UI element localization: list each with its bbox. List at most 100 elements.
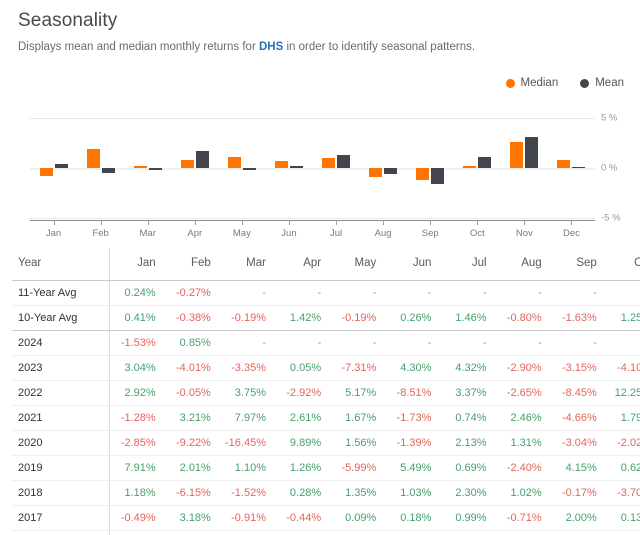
table-row[interactable]: 10-Year Avg 0.41% -0.38% -0.19% 1.42% -0.19% 0… [12, 305, 640, 331]
table-header-oct[interactable]: Oct [605, 248, 640, 281]
table-cell-may: 0.09% [330, 505, 386, 531]
table-row[interactable]: 2021 -1.28% 3.21% 7.97% 2.61% 1.67% -1.73% 0.74… [12, 405, 640, 431]
chart-legend: Median Mean [505, 77, 624, 89]
table-cell-jun: - [385, 330, 441, 356]
table-row[interactable]: 2020 -2.85% -9.22% -16.45% 9.89% 1.56% -1.39% 2… [12, 430, 640, 456]
table-cell-feb: -0.38% [164, 305, 220, 331]
chart-bar-median-sep[interactable] [416, 168, 430, 180]
table-header-jun[interactable]: Jun [385, 248, 441, 281]
table-cell-jan: 7.91% [109, 455, 165, 481]
table-cell-aug: -0.71% [495, 505, 551, 531]
table-row[interactable]: 11-Year Avg0.24%-0.27%-------- [12, 280, 640, 306]
x-axis-tick [100, 220, 102, 225]
table-cell-jun: 4.09% [385, 530, 441, 535]
chart-bar-mean-mar[interactable] [148, 168, 162, 170]
table-cell-year: 2020 [12, 430, 111, 456]
table-row[interactable]: 2018 1.18% -6.15% -1.52% 0.28% 1.35% 1.03% 2.30… [12, 480, 640, 506]
table-cell-jun: 1.03% [385, 480, 441, 506]
table-header-feb[interactable]: Feb [164, 248, 220, 281]
table-header-sep[interactable]: Sep [550, 248, 606, 281]
chart-bar-mean-dec[interactable] [572, 166, 586, 168]
chart-bar-mean-jan[interactable] [54, 164, 68, 168]
chart-bar-median-oct[interactable] [463, 166, 477, 168]
chart-bar-mean-nov[interactable] [525, 137, 539, 168]
legend-label-mean: Mean [595, 77, 624, 89]
table-cell-aug: -2.65% [495, 380, 551, 406]
chart-bar-median-apr[interactable] [180, 159, 194, 168]
table-cell-jun: 0.26% [385, 305, 441, 331]
table-cell-sep: -3.15% [550, 355, 606, 381]
x-axis-label-jul: Jul [329, 228, 343, 239]
table-cell-jul: 0.74% [440, 405, 496, 431]
chart-bar-median-feb[interactable] [86, 149, 100, 168]
table-cell-mar: 7.15% [219, 530, 275, 535]
chart-bar-median-jun[interactable] [274, 161, 288, 168]
seasonality-table: YearJanFebMarAprMayJunJulAugSepOct‹› 11-… [12, 248, 640, 535]
table-row[interactable]: 2017 -0.49% 3.18% -0.91% -0.44% 0.09% 0.18% 0.9… [12, 505, 640, 531]
chart-bar-median-nov[interactable] [510, 142, 524, 168]
table-cell-aug: -2.90% [495, 355, 551, 381]
table-cell-oct: 12.25% [605, 380, 640, 406]
chart-bar-mean-jul[interactable] [337, 155, 351, 168]
table-row[interactable]: 2019 7.91% 2.01% 1.10% 1.26% -5.99% 5.49% 0.69%… [12, 455, 640, 481]
table-header-aug[interactable]: Aug [495, 248, 551, 281]
x-axis-tick [430, 220, 432, 225]
legend-item-median[interactable]: Median [505, 77, 558, 89]
legend-item-mean[interactable]: Mean [580, 77, 624, 89]
table-cell-mar: -0.91% [219, 505, 275, 531]
table-header-jul[interactable]: Jul [440, 248, 496, 281]
table-cell-may: 1.35% [330, 480, 386, 506]
x-axis-tick [241, 220, 243, 225]
x-axis-tick [147, 220, 149, 225]
table-cell-oct: -4.10% [605, 355, 640, 381]
table-header-row: YearJanFebMarAprMayJunJulAugSepOct‹› [12, 248, 640, 281]
table-header-jan[interactable]: Jan [109, 248, 165, 281]
table-cell-may: - [330, 280, 386, 306]
table-cell-jul: 2.13% [440, 430, 496, 456]
chart-bar-median-dec[interactable] [557, 159, 571, 168]
table-cell-may: 5.17% [330, 380, 386, 406]
table-row[interactable]: 2024-1.53%0.85%-------- [12, 330, 640, 356]
table-cell-jul: - [440, 330, 496, 356]
table-cell-apr: 1.26% [274, 455, 331, 481]
table-cell-jan: -1.28% [109, 405, 165, 431]
chart-bar-mean-may[interactable] [242, 168, 256, 170]
chart-plot-area [30, 110, 595, 219]
chart-zero-line [30, 168, 595, 170]
chart-bar-median-mar[interactable] [133, 165, 147, 168]
ticker-link[interactable]: DHS [259, 41, 283, 53]
table-header-year[interactable]: Year [12, 248, 111, 281]
chart-bar-median-jul[interactable] [322, 157, 336, 168]
table-row[interactable]: 2023 3.04% -4.01% -3.35% 0.05% -7.31% 4.30% 4.3… [12, 355, 640, 381]
chart-bar-mean-jun[interactable] [289, 165, 303, 168]
chart-bar-mean-aug[interactable] [384, 168, 398, 174]
table-cell-jan: -1.53% [109, 330, 165, 356]
seasonality-table-container[interactable]: YearJanFebMarAprMayJunJulAugSepOct‹› 11-… [12, 248, 640, 535]
chart-bar-median-aug[interactable] [369, 168, 383, 177]
table-cell-oct: - [605, 330, 640, 356]
chart-bar-mean-apr[interactable] [195, 150, 209, 168]
table-cell-oct: -3.70% [605, 480, 640, 506]
seasonality-page: Seasonality Displays mean and median mon… [0, 10, 640, 535]
table-cell-jan: -2.85% [109, 430, 165, 456]
table-cell-aug: 1.02% [495, 480, 551, 506]
chart-bar-mean-feb[interactable] [101, 168, 115, 173]
table-cell-jan: -1.51% [109, 530, 165, 535]
x-axis-label-aug: Aug [374, 228, 392, 239]
chart-bar-mean-sep[interactable] [431, 168, 445, 184]
chart-bar-median-may[interactable] [227, 157, 241, 168]
table-header-mar[interactable]: Mar [219, 248, 275, 281]
table-cell-sep: -3.04% [550, 430, 606, 456]
table-row[interactable]: 2016-1.51%1.48%7.15%0.24%1.06%4.09%1.56%… [12, 530, 640, 535]
table-header-apr[interactable]: Apr [274, 248, 331, 281]
chart-bar-median-jan[interactable] [39, 168, 53, 176]
table-cell-aug: -0.80% [495, 305, 551, 331]
table-row[interactable]: 2022 2.92% -0.05% 3.75% -2.92% 5.17% -8.51% 3.3… [12, 380, 640, 406]
chart-x-axis [30, 220, 595, 221]
table-cell-year: 2016 [12, 530, 111, 535]
table-cell-jun: 4.30% [385, 355, 441, 381]
chart-bar-mean-oct[interactable] [478, 156, 492, 168]
table-header-may[interactable]: May [330, 248, 386, 281]
table-cell-feb: -9.22% [164, 430, 220, 456]
x-axis-label-feb: Feb [92, 228, 109, 239]
